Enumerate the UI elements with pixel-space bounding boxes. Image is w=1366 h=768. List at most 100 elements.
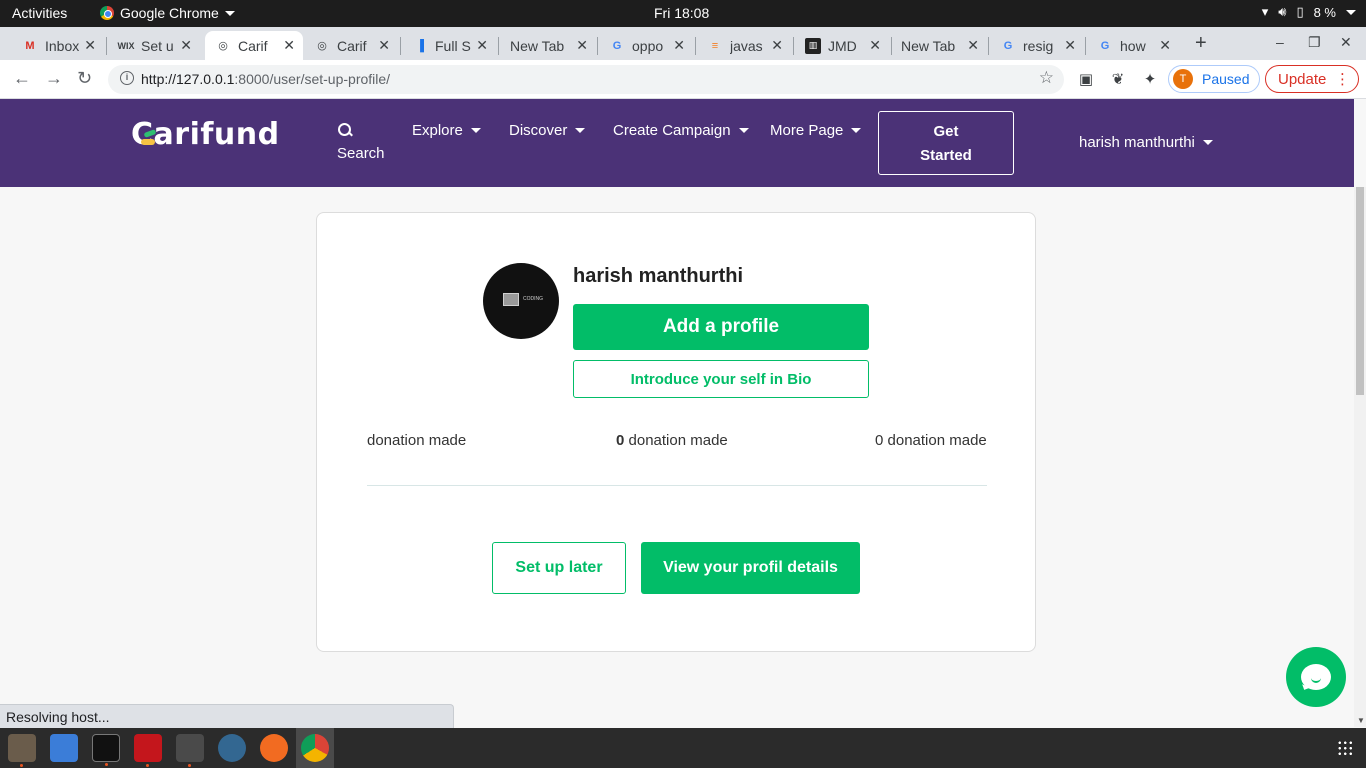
globe-icon: ◎ bbox=[218, 40, 228, 52]
profile-name: harish manthurthi bbox=[573, 265, 744, 287]
activities-button[interactable]: Activities bbox=[12, 5, 67, 21]
close-icon[interactable]: ✕ bbox=[1064, 37, 1076, 54]
chevron-down-icon bbox=[224, 10, 235, 16]
cast-icon[interactable]: ▣ bbox=[1077, 70, 1095, 88]
close-icon[interactable]: ✕ bbox=[673, 37, 685, 54]
tab[interactable]: ◎ Carif ✕ bbox=[304, 31, 398, 60]
address-bar[interactable]: i http://127.0.0.1:8000/user/set-up-prof… bbox=[108, 65, 1064, 94]
new-tab-button[interactable]: + bbox=[1195, 32, 1207, 55]
gmail-icon: M bbox=[25, 39, 35, 52]
scroll-down-icon[interactable]: ▼ bbox=[1357, 716, 1365, 725]
tab[interactable]: G oppo ✕ bbox=[599, 31, 693, 60]
tab[interactable]: ≡ javas ✕ bbox=[697, 31, 791, 60]
stat-label: donation made bbox=[624, 432, 728, 449]
profile-setup-card: CODING harish manthurthi Add a profile I… bbox=[316, 212, 1036, 652]
nav-more-page[interactable]: More Page bbox=[770, 122, 862, 139]
tab-label: oppo bbox=[632, 37, 664, 54]
nav-label: More Page bbox=[770, 122, 844, 139]
close-icon[interactable]: ✕ bbox=[283, 37, 295, 54]
back-icon[interactable]: ← bbox=[13, 68, 31, 89]
update-label: Update bbox=[1278, 70, 1327, 88]
tab-label: Carif bbox=[238, 37, 268, 54]
stat-label: donation made bbox=[883, 432, 987, 449]
carifund-logo[interactable]: Carifund bbox=[131, 117, 280, 152]
minimize-icon[interactable]: – bbox=[1276, 34, 1284, 50]
show-applications-icon[interactable] bbox=[1337, 740, 1353, 756]
add-profile-button[interactable]: Add a profile bbox=[573, 304, 869, 350]
chevron-down-icon bbox=[851, 128, 862, 133]
system-tray[interactable]: ▾ 🔊︎ ▯ 8 % bbox=[1262, 4, 1356, 20]
nav-label: Discover bbox=[509, 122, 568, 139]
sublime-text-icon[interactable] bbox=[176, 734, 204, 767]
tab[interactable]: New Tab ✕ bbox=[891, 31, 987, 60]
filezilla-icon[interactable] bbox=[134, 734, 162, 767]
profile-avatar: T bbox=[1173, 69, 1193, 89]
site-info-icon[interactable]: i bbox=[120, 71, 134, 85]
get-started-button[interactable]: Get Started bbox=[878, 111, 1014, 175]
terminal-icon[interactable] bbox=[92, 734, 120, 766]
tab[interactable]: ▐ Full S ✕ bbox=[402, 31, 496, 60]
close-icon[interactable]: ✕ bbox=[576, 37, 588, 54]
tab-label: Full S bbox=[435, 37, 471, 54]
browser-status-bubble: Resolving host... bbox=[0, 704, 454, 728]
close-icon[interactable]: ✕ bbox=[84, 37, 96, 54]
bio-button[interactable]: Introduce your self in Bio bbox=[573, 360, 869, 398]
postgres-icon[interactable] bbox=[218, 734, 246, 762]
stat-donations-3: 0 donation made bbox=[875, 432, 987, 449]
nav-create-campaign[interactable]: Create Campaign bbox=[613, 122, 749, 139]
clock[interactable]: Fri 18:08 bbox=[654, 5, 709, 21]
tab-active[interactable]: ◎ Carif ✕ bbox=[205, 31, 303, 60]
chat-widget-button[interactable] bbox=[1286, 647, 1346, 707]
nav-search[interactable]: Search bbox=[337, 123, 385, 162]
user-menu[interactable]: harish manthurthi bbox=[1079, 134, 1213, 151]
document-viewer-icon[interactable] bbox=[50, 734, 78, 762]
tab[interactable]: WIX Set u ✕ bbox=[108, 31, 200, 60]
nav-label: Explore bbox=[412, 122, 463, 139]
paused-label: Paused bbox=[1202, 71, 1250, 87]
avatar[interactable]: CODING bbox=[483, 263, 559, 339]
tab-label: javas bbox=[730, 37, 763, 54]
close-icon[interactable]: ✕ bbox=[180, 37, 192, 54]
close-window-icon[interactable]: ✕ bbox=[1340, 34, 1352, 51]
close-icon[interactable]: ✕ bbox=[771, 37, 783, 54]
close-icon[interactable]: ✕ bbox=[476, 37, 488, 54]
stat-donations-2: 0 donation made bbox=[616, 432, 728, 449]
tab[interactable]: New Tab ✕ bbox=[500, 31, 596, 60]
bookmark-star-icon[interactable]: ☆ bbox=[1039, 68, 1054, 88]
tab[interactable]: M Inbox ✕ bbox=[12, 31, 104, 60]
chrome-dock-icon[interactable] bbox=[301, 734, 329, 762]
app-menu[interactable]: Google Chrome bbox=[100, 5, 235, 21]
chart-icon: ▐ bbox=[416, 39, 424, 52]
tab-label: Inbox bbox=[45, 37, 80, 54]
nav-discover[interactable]: Discover bbox=[509, 122, 586, 139]
system-top-bar: Activities Google Chrome Fri 18:08 ▾ 🔊︎ … bbox=[0, 0, 1366, 27]
divider bbox=[367, 485, 987, 486]
postman-icon[interactable] bbox=[260, 734, 288, 762]
reload-icon[interactable]: ↻ bbox=[77, 68, 92, 89]
close-icon[interactable]: ✕ bbox=[967, 37, 979, 54]
scrollbar-thumb[interactable] bbox=[1356, 187, 1364, 395]
files-app-icon[interactable] bbox=[8, 734, 36, 767]
puzzle-extensions-icon[interactable]: ✦ bbox=[1141, 70, 1159, 88]
setup-later-button[interactable]: Set up later bbox=[492, 542, 626, 594]
nav-explore[interactable]: Explore bbox=[412, 122, 481, 139]
view-profile-details-button[interactable]: View your profil details bbox=[641, 542, 860, 594]
close-icon[interactable]: ✕ bbox=[1159, 37, 1171, 54]
search-label: Search bbox=[337, 145, 385, 162]
gnome-extension-icon[interactable]: ❦ bbox=[1109, 70, 1127, 88]
globe-icon: ◎ bbox=[317, 40, 327, 52]
update-button[interactable]: Update ⋮ bbox=[1265, 65, 1359, 93]
page-scrollbar[interactable]: ▼ bbox=[1354, 187, 1366, 727]
chevron-down-icon bbox=[1346, 9, 1356, 15]
close-icon[interactable]: ✕ bbox=[378, 37, 390, 54]
browser-toolbar: ← → ↻ i http://127.0.0.1:8000/user/set-u… bbox=[0, 60, 1366, 99]
tab[interactable]: G resig ✕ bbox=[990, 31, 1084, 60]
tab[interactable]: G how ✕ bbox=[1087, 31, 1179, 60]
site-navbar: Carifund Search Explore Discover Create … bbox=[0, 99, 1354, 187]
tab[interactable]: ▥ JMD ✕ bbox=[795, 31, 889, 60]
more-menu-icon: ⋮ bbox=[1335, 71, 1350, 88]
forward-icon[interactable]: → bbox=[45, 68, 63, 89]
close-icon[interactable]: ✕ bbox=[869, 37, 881, 54]
maximize-icon[interactable]: ❐ bbox=[1308, 34, 1321, 51]
profile-paused-button[interactable]: T Paused bbox=[1168, 65, 1260, 93]
